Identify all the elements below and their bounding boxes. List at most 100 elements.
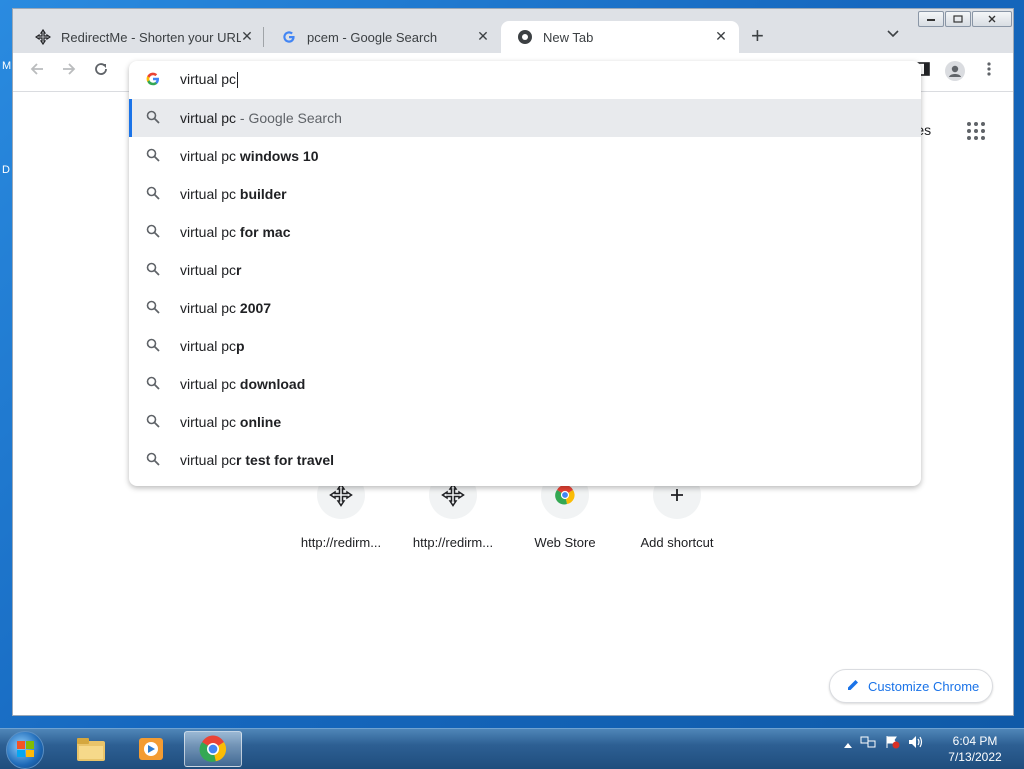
forward-arrow-icon[interactable] [59,61,79,81]
pencil-icon [846,678,860,695]
suggestion-prefix: virtual pc [180,110,237,126]
search-icon [146,110,160,124]
search-icon [146,224,160,238]
google-favicon-icon [281,29,297,45]
search-icon [146,414,160,428]
suggestion-text: virtual pc 2007 [180,300,271,316]
suggestion-row[interactable]: virtual pc - Google Search [129,99,921,137]
desktop-icon-label[interactable]: D [2,164,10,176]
more-menu-icon[interactable] [979,61,999,81]
suggestion-completion: builder [239,186,287,202]
chrome-favicon-icon [517,29,533,45]
reload-icon[interactable] [91,61,111,81]
show-hidden-icons-icon[interactable] [844,737,852,751]
tab-close-icon[interactable]: ✕ [475,28,491,45]
suggestion-completion: 2007 [239,300,272,316]
tab-close-icon[interactable]: ✕ [713,28,729,45]
volume-icon[interactable] [908,735,924,752]
action-center-flag-icon[interactable] [884,735,900,752]
taskbar-explorer[interactable] [62,731,120,767]
tab-redirectme[interactable]: RedirectMe - Shorten your URL fo ✕ [19,21,265,53]
suggestion-text: virtual pc online [180,414,281,430]
suggestion-row[interactable]: virtual pc 2007 [129,289,921,327]
customize-chrome-button[interactable]: Customize Chrome [829,669,993,703]
suggestion-completion: online [239,414,282,430]
suggestion-text: virtual pc - Google Search [180,110,342,126]
tab-title: RedirectMe - Shorten your URL fo [61,29,241,45]
tab-new-tab[interactable]: New Tab ✕ [501,21,739,53]
shortcut-label: Web Store [534,535,596,550]
suggestion-row[interactable]: virtual pcp [129,327,921,365]
suggestion-row[interactable]: virtual pc for mac [129,213,921,251]
desktop-icon-label[interactable]: M [2,60,11,72]
shortcut-label: http://redirm... [412,535,494,550]
suggestion-row[interactable]: virtual pcr [129,251,921,289]
restore-button[interactable] [945,11,971,27]
search-icon [146,262,160,276]
system-tray [844,735,924,752]
tab-title: New Tab [543,29,594,45]
search-icon [146,300,160,314]
shortcut-label: Add shortcut [640,535,714,550]
suggestion-text: virtual pcr [180,262,241,278]
minimize-button[interactable] [918,11,944,27]
suggestion-prefix: virtual pc [180,186,240,202]
taskbar-media-player[interactable] [122,731,180,767]
suggestion-prefix: virtual pc [180,414,240,430]
suggestion-text: virtual pc builder [180,186,287,202]
suggestion-text: virtual pc for mac [180,224,291,240]
tab-google-search[interactable]: pcem - Google Search ✕ [265,21,501,53]
search-icon [146,338,160,352]
clock-time: 6:04 PM [952,734,998,748]
clock[interactable]: 6:04 PM 7/13/2022 [940,733,1010,765]
suggestion-completion: r test for travel [236,452,335,468]
tab-title: pcem - Google Search [307,29,438,45]
google-g-icon [146,72,160,90]
text-caret [237,72,239,89]
clock-date: 7/13/2022 [948,750,1002,764]
new-tab-button[interactable]: + [751,25,764,47]
suggestion-prefix: virtual pc [180,148,240,164]
tab-search-chevron-icon[interactable] [887,27,899,41]
suggestion-row[interactable]: virtual pc builder [129,175,921,213]
omnibox-input[interactable]: virtual pc [180,71,239,89]
suggestion-completion: r [236,262,242,278]
profile-avatar-icon[interactable] [945,61,965,85]
suggestion-text: virtual pc windows 10 [180,148,319,164]
search-icon [146,376,160,390]
taskbar: 6:04 PM 7/13/2022 [0,728,1024,769]
suggestion-row[interactable]: virtual pc windows 10 [129,137,921,175]
suggestion-prefix: virtual pc [180,224,240,240]
suggestion-completion: for mac [239,224,291,240]
window-controls [917,11,1012,27]
start-button[interactable] [6,731,44,769]
customize-label: Customize Chrome [868,678,980,694]
search-icon [146,148,160,162]
close-window-button[interactable] [972,11,1012,27]
tab-divider [263,27,264,47]
tab-strip: RedirectMe - Shorten your URL fo ✕ pcem … [13,9,1013,53]
address-bar[interactable]: virtual pc [129,61,921,99]
network-icon[interactable] [860,735,876,752]
taskbar-chrome[interactable] [184,731,242,767]
apps-grid-icon[interactable] [967,122,985,140]
suggestion-text: virtual pcr test for travel [180,452,334,468]
omnibox-value: virtual pc [180,71,237,87]
back-arrow-icon[interactable] [27,61,47,81]
suggestion-completion: p [236,338,245,354]
omnibox-dropdown: virtual pc virtual pc - Google Search vir… [129,61,921,486]
shortcut-label: http://redirm... [300,535,382,550]
suggestion-prefix: virtual pc [180,452,237,468]
chrome-window: RedirectMe - Shorten your URL fo ✕ pcem … [12,8,1014,716]
suggestion-row[interactable]: virtual pcr test for travel [129,441,921,479]
suggestion-text: virtual pcp [180,338,245,354]
suggestion-row[interactable]: virtual pc download [129,365,921,403]
windows-logo-icon [17,741,34,757]
search-icon [146,186,160,200]
suggestion-row[interactable]: virtual pc online [129,403,921,441]
tab-close-icon[interactable]: ✕ [239,28,255,45]
redirectme-favicon-icon [35,29,51,45]
suggestion-text: virtual pc download [180,376,305,392]
suggestion-prefix: virtual pc [180,262,237,278]
suggestion-prefix: virtual pc [180,376,240,392]
